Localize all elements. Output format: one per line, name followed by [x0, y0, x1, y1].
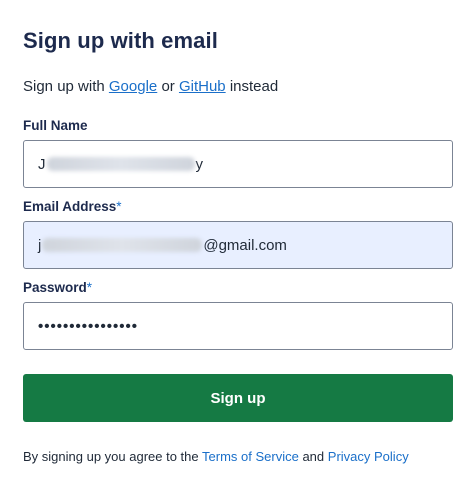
terms-line: By signing up you agree to the Terms of …	[23, 449, 409, 464]
privacy-policy-link[interactable]: Privacy Policy	[328, 449, 409, 464]
email-value-start: j	[38, 236, 42, 254]
terms-prefix: By signing up you agree to the	[23, 449, 199, 464]
terms-of-service-link[interactable]: Terms of Service	[202, 449, 299, 464]
full-name-label: Full Name	[23, 118, 88, 133]
password-masked-value: ••••••••••••••••	[38, 317, 139, 335]
form-title: Sign up with email	[23, 28, 218, 53]
email-label-text: Email Address	[23, 199, 117, 214]
alt-or: or	[161, 78, 175, 95]
email-field[interactable]: j @gmail.com	[23, 221, 453, 269]
google-signup-link[interactable]: Google	[109, 78, 157, 95]
full-name-field[interactable]: J y	[23, 140, 453, 188]
email-label: Email Address*	[23, 199, 122, 214]
password-field[interactable]: ••••••••••••••••	[23, 302, 453, 350]
terms-and: and	[302, 449, 325, 464]
redacted-email	[42, 238, 203, 252]
sign-up-button[interactable]: Sign up	[23, 374, 453, 422]
full-name-value-end: y	[195, 155, 204, 173]
full-name-label-text: Full Name	[23, 118, 88, 133]
alt-signup-line: Sign up with Google or GitHub instead	[23, 78, 278, 95]
signup-form: Sign up with email Sign up with Google o…	[0, 0, 476, 489]
email-value-end: @gmail.com	[203, 236, 287, 254]
alt-suffix: instead	[229, 78, 279, 95]
password-required-mark: *	[86, 280, 93, 295]
github-signup-link[interactable]: GitHub	[179, 78, 226, 95]
redacted-name	[46, 157, 195, 171]
password-label-text: Password	[23, 280, 87, 295]
email-required-mark: *	[116, 199, 122, 214]
full-name-value-start: J	[38, 155, 46, 173]
password-label: Password*	[23, 280, 92, 295]
alt-prefix: Sign up with	[23, 78, 105, 95]
